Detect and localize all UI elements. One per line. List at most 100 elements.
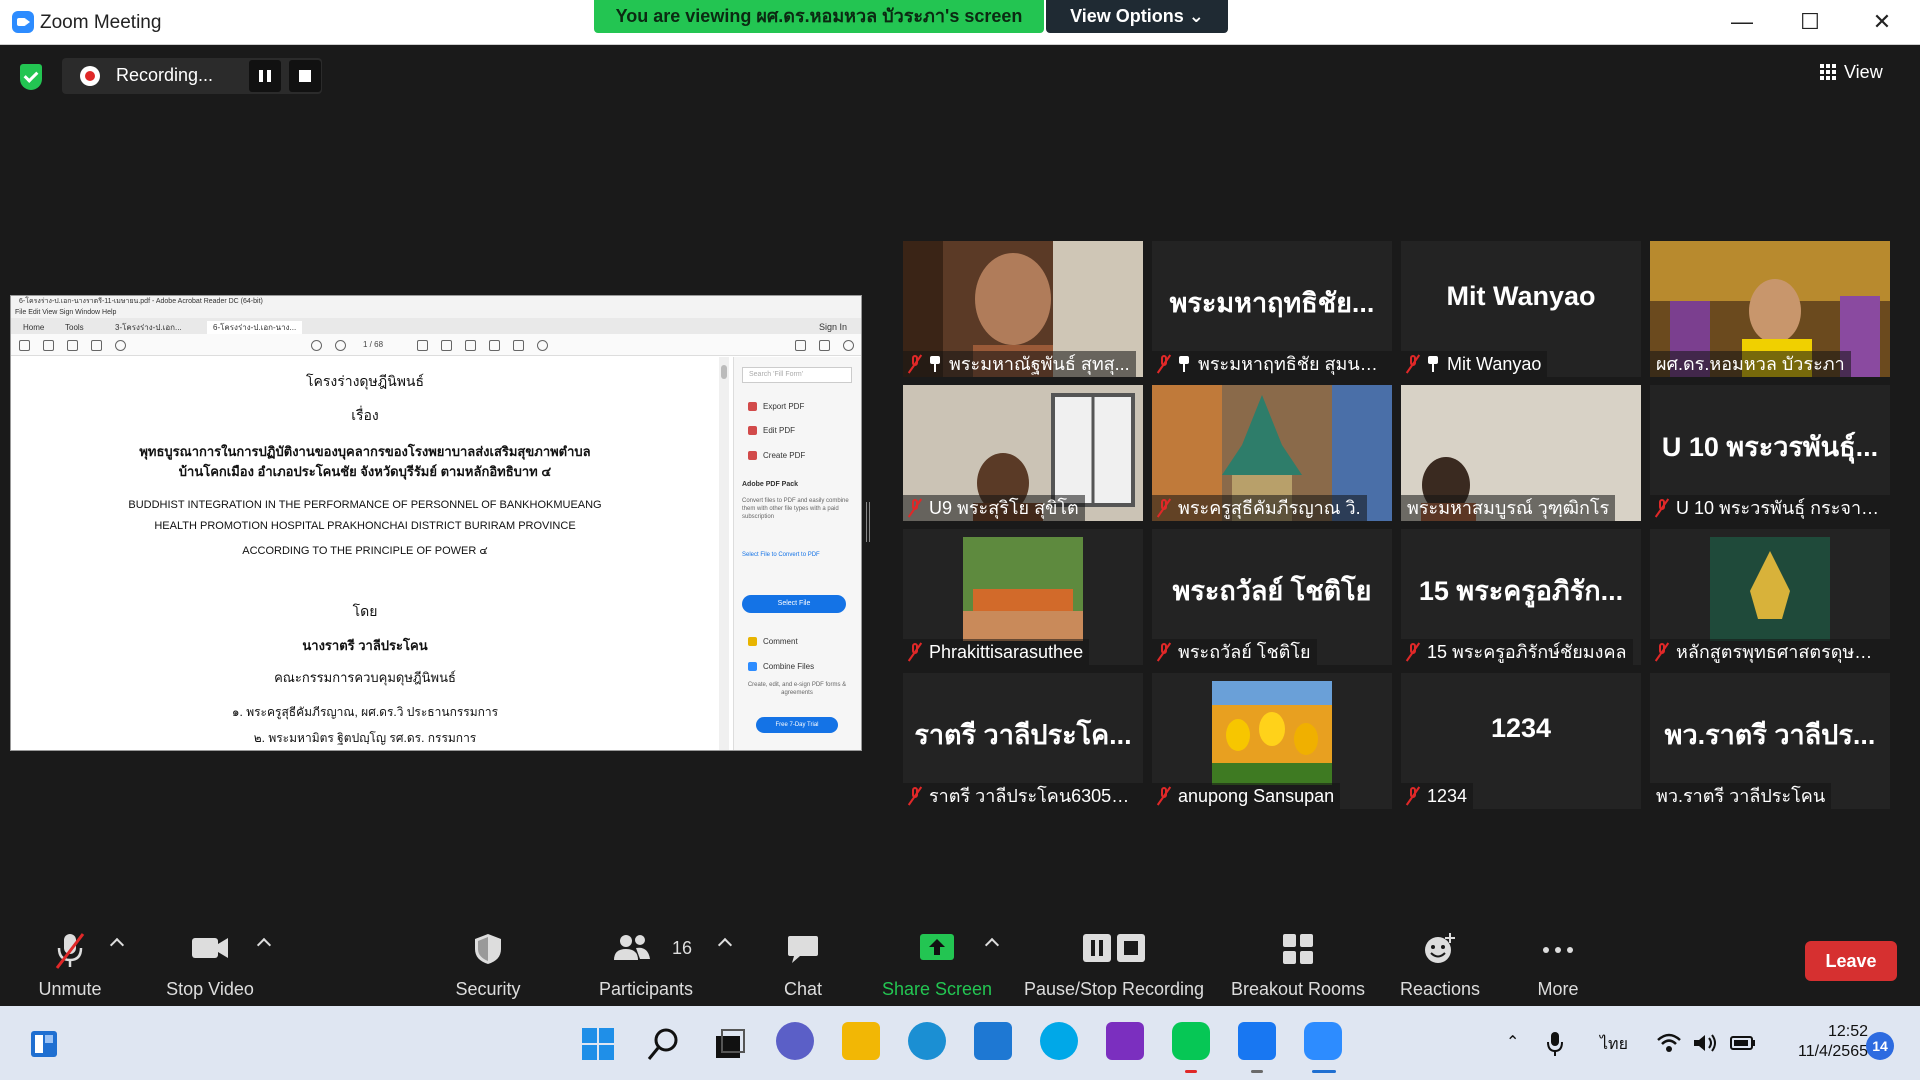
split-divider-handle[interactable]: [866, 502, 870, 542]
security-button[interactable]: Security: [448, 928, 528, 1000]
participants-button[interactable]: 16 Participants: [594, 928, 698, 1000]
stop-video-button[interactable]: Stop Video: [156, 928, 264, 1000]
stop-recording-button[interactable]: [289, 60, 321, 92]
chat-button[interactable]: Chat: [770, 928, 836, 1000]
participant-name: พระมหาณัฐพันธ์ สุทสุ...: [949, 354, 1130, 374]
participant-tile[interactable]: 1234 1234: [1401, 673, 1641, 809]
participants-options-caret[interactable]: [717, 937, 733, 953]
participant-name-label: พระครูสุธีคัมภีรญาณ วิ.: [1152, 495, 1367, 521]
participant-tile[interactable]: 15 พระครูอภิรัก... 15 พระครูอภิรักษ์ชัยมง…: [1401, 529, 1641, 665]
upload-icon[interactable]: [67, 340, 78, 351]
leave-button[interactable]: Leave: [1805, 941, 1897, 981]
participant-tile[interactable]: Phrakittisarasuthee: [903, 529, 1143, 665]
teams-chat-icon[interactable]: [776, 1022, 814, 1060]
windows-start-icon[interactable]: [580, 1026, 616, 1062]
share-file-icon[interactable]: [795, 340, 806, 351]
acrobat-tab-tools[interactable]: Tools: [59, 321, 90, 334]
participant-tile[interactable]: พระมหาฤทธิชัย... พระมหาฤทธิชัย สุมนต...: [1152, 241, 1392, 377]
participant-tile[interactable]: พระมหาณัฐพันธ์ สุทสุ...: [903, 241, 1143, 377]
pause-recording-button[interactable]: [249, 60, 281, 92]
acrobat-tab-home[interactable]: Home: [17, 321, 50, 334]
participant-tile[interactable]: anupong Sansupan: [1152, 673, 1392, 809]
windows-taskbar: [0, 1006, 1920, 1080]
battery-icon[interactable]: [1730, 1034, 1756, 1052]
search-icon[interactable]: [646, 1026, 682, 1062]
line-app-icon[interactable]: [1172, 1022, 1210, 1060]
mail-icon[interactable]: [974, 1022, 1012, 1060]
shared-screen[interactable]: 6-โครงร่าง-ป.เอก-นางราตรี-11-เมษายน.pdf …: [10, 295, 862, 751]
maximize-icon[interactable]: ☐: [1790, 8, 1830, 36]
taskbar-clock[interactable]: 12:52 11/4/2565: [1776, 1022, 1868, 1062]
edit-pdf-item[interactable]: Edit PDF: [748, 426, 795, 435]
pdf-scrollbar[interactable]: [719, 357, 729, 750]
acrobat-sign-in[interactable]: Sign In: [819, 322, 847, 332]
participant-tile[interactable]: ผศ.ดร.หอมหวล บัวระภา: [1650, 241, 1890, 377]
fill-form-search[interactable]: Search 'Fill Form': [742, 367, 852, 383]
zoom-app-icon[interactable]: [1304, 1022, 1342, 1060]
save-icon[interactable]: [19, 340, 30, 351]
edge-browser-icon[interactable]: [908, 1022, 946, 1060]
participant-tile[interactable]: พระครูสุธีคัมภีรญาณ วิ.: [1152, 385, 1392, 521]
participant-tile[interactable]: U9 พระสุริโย สุขิโต: [903, 385, 1143, 521]
microphone-icon[interactable]: [1546, 1030, 1564, 1058]
pdf-line: พุทธบูรณาการในการปฏิบัติงานของบุคลากรของ…: [139, 444, 591, 459]
combine-files-item[interactable]: Combine Files: [748, 662, 814, 671]
free-trial-button[interactable]: Free 7-Day Trial: [756, 717, 838, 733]
comment-tool-icon[interactable]: [417, 340, 428, 351]
participant-tile[interactable]: หลักสูตรพุทธศาสตรดุษฎีบั...: [1650, 529, 1890, 665]
account-icon[interactable]: [843, 340, 854, 351]
audio-options-caret[interactable]: [109, 937, 125, 953]
participant-tile[interactable]: พว.ราตรี วาลีปร... พว.ราตรี วาลีประโคน: [1650, 673, 1890, 809]
sign-icon[interactable]: [465, 340, 476, 351]
participant-tile[interactable]: U 10 พระวรพันธุ์... U 10 พระวรพันธุ์ กระจ…: [1650, 385, 1890, 521]
comment-item[interactable]: Comment: [748, 637, 798, 646]
wifi-icon[interactable]: [1656, 1032, 1682, 1054]
view-button[interactable]: View: [1820, 58, 1900, 86]
participant-tile[interactable]: พระมหาสมบูรณ์ วุฑฺฒิกโร: [1401, 385, 1641, 521]
export-pdf-item[interactable]: Export PDF: [748, 402, 804, 411]
muted-mic-icon: [1158, 355, 1170, 373]
select-file-button[interactable]: Select File: [742, 595, 846, 613]
minimize-icon[interactable]: —: [1722, 8, 1762, 36]
page-down-icon[interactable]: [335, 340, 346, 351]
print-icon[interactable]: [91, 340, 102, 351]
acrobat-menu-bar: File Edit View Sign Window Help: [11, 308, 861, 318]
file-explorer-icon[interactable]: [842, 1022, 880, 1060]
task-view-icon[interactable]: [712, 1026, 748, 1062]
onenote-icon[interactable]: [1106, 1022, 1144, 1060]
pause-stop-recording-button[interactable]: Pause/Stop Recording: [1018, 928, 1210, 1000]
notification-badge[interactable]: 14: [1866, 1032, 1894, 1060]
pdf-page[interactable]: โครงร่างดุษฎีนิพนธ์ เรื่อง พุทธบูรณาการใ…: [11, 357, 719, 750]
viewing-banner: You are viewing ผศ.ดร.หอมหวล บัวระภา's s…: [594, 0, 1044, 33]
acrobat-tab-doc2[interactable]: 6-โครงร่าง-ป.เอก-นาง...: [207, 321, 303, 334]
unmute-button[interactable]: Unmute: [30, 928, 110, 1000]
close-icon[interactable]: ✕: [1862, 8, 1902, 36]
participant-name: พระถวัลย์ โชติโย: [1178, 642, 1311, 662]
mail-icon[interactable]: [819, 340, 830, 351]
tray-overflow-icon[interactable]: ⌃: [1506, 1032, 1519, 1052]
participant-tile[interactable]: ราตรี วาลีประโค... ราตรี วาลีประโคน630510…: [903, 673, 1143, 809]
share-screen-button[interactable]: Share Screen: [876, 928, 998, 1000]
skype-icon[interactable]: [1040, 1022, 1078, 1060]
pen-icon[interactable]: [441, 340, 452, 351]
language-indicator[interactable]: ไทย: [1600, 1032, 1628, 1057]
acrobat-tab-doc1[interactable]: 3-โครงร่าง-ป.เอก...: [109, 321, 188, 334]
trash-icon[interactable]: [513, 340, 524, 351]
reactions-button[interactable]: Reactions: [1398, 928, 1482, 1000]
participant-tile[interactable]: Mit Wanyao Mit Wanyao: [1401, 241, 1641, 377]
widgets-icon[interactable]: [30, 1030, 58, 1058]
facebook-icon[interactable]: [1238, 1022, 1276, 1060]
stamp-icon[interactable]: [489, 340, 500, 351]
more-button[interactable]: More: [1528, 928, 1588, 1000]
zoom-search-icon[interactable]: [115, 340, 126, 351]
encryption-shield-icon[interactable]: [20, 64, 42, 90]
breakout-rooms-button[interactable]: Breakout Rooms: [1228, 928, 1368, 1000]
rotate-icon[interactable]: [537, 340, 548, 351]
page-up-icon[interactable]: [311, 340, 322, 351]
star-icon[interactable]: [43, 340, 54, 351]
view-options-button[interactable]: View Options ⌄: [1046, 0, 1228, 33]
create-pdf-item[interactable]: Create PDF: [748, 451, 805, 460]
participant-tile[interactable]: พระถวัลย์ โชติโย พระถวัลย์ โชติโย: [1152, 529, 1392, 665]
page-indicator[interactable]: 1 / 68: [363, 340, 383, 349]
volume-icon[interactable]: [1692, 1032, 1718, 1054]
